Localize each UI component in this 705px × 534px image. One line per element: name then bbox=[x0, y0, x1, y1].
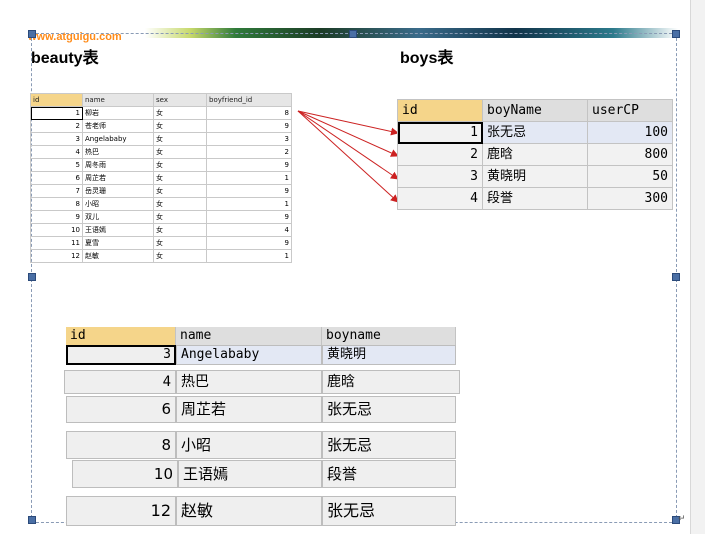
table-row[interactable]: 1 张无忌 100 bbox=[397, 121, 673, 144]
result-row[interactable]: 12 赵敏 张无忌 bbox=[66, 496, 456, 526]
arrow-line bbox=[297, 110, 399, 180]
table-row[interactable]: 4 段誉 300 bbox=[397, 187, 673, 210]
result-row[interactable]: 6 周芷若 张无忌 bbox=[66, 396, 456, 423]
arrow-line bbox=[297, 110, 399, 203]
boys-col-id: id bbox=[397, 99, 483, 122]
boys-col-usercp: userCP bbox=[587, 99, 673, 122]
result-row[interactable]: 8 小昭 张无忌 bbox=[66, 431, 456, 459]
result-col-id: id bbox=[66, 327, 176, 345]
boys-col-boyname: boyName bbox=[482, 99, 588, 122]
result-col-boyname: boyname bbox=[322, 327, 456, 345]
result-table-header: id name boyname bbox=[66, 327, 456, 345]
table-row[interactable]: 3 黄晓明 50 bbox=[397, 165, 673, 188]
result-row[interactable]: 4 热巴 鹿晗 bbox=[64, 370, 460, 394]
result-row[interactable]: 10 王语嫣 段誉 bbox=[72, 460, 456, 488]
paragraph-mark-icon: ↵ bbox=[678, 514, 686, 524]
result-col-name: name bbox=[176, 327, 322, 345]
boys-table: id boyName userCP 1 张无忌 100 2 鹿晗 800 3 黄晓明 50 … bbox=[397, 99, 673, 210]
arrow-line bbox=[297, 110, 399, 157]
arrow-line bbox=[297, 110, 399, 136]
result-row[interactable]: 3 Angelababy 黄晓明 bbox=[66, 345, 456, 365]
table-row[interactable]: 2 鹿晗 800 bbox=[397, 143, 673, 166]
